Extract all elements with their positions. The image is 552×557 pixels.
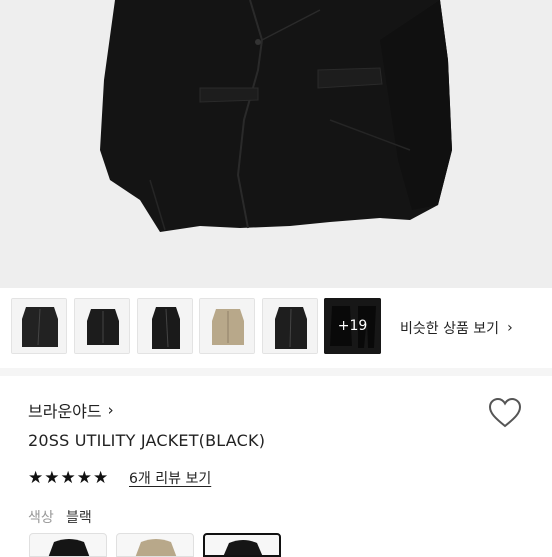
brand-link[interactable]: 브라운야드 › [28,398,114,422]
star-icon: ★ [28,468,44,488]
thumbnail-5[interactable] [262,298,318,354]
color-swatch-black-1[interactable] [29,533,107,557]
color-swatch-beige[interactable] [116,533,194,557]
section-divider [0,368,552,376]
star-icon: ★ [44,468,60,488]
color-swatch-black-selected[interactable] [203,533,281,557]
review-link[interactable]: 6개 리뷰 보기 [129,468,211,488]
rating-stars: ★ ★ ★ ★ ★ [28,468,108,488]
similar-products-label: 비슷한 상품 보기 [400,321,500,337]
thumbnail-4[interactable] [199,298,255,354]
thumbnail-3[interactable] [137,298,193,354]
chevron-right-icon: › [507,320,513,336]
star-icon: ★ [60,468,76,488]
chevron-right-icon: › [107,401,114,419]
wishlist-heart-icon[interactable] [487,396,523,430]
similar-products-link[interactable]: 비슷한 상품 보기 › [400,318,513,338]
option-value: 블랙 [66,510,92,526]
star-icon: ★ [76,468,92,488]
thumbnail-2[interactable] [74,298,130,354]
product-title: 20SS UTILITY JACKET(BLACK) [28,431,266,450]
more-photos-count: +19 [324,298,381,354]
jacket-illustration [0,0,552,288]
brand-name: 브라운야드 [28,402,102,421]
thumbnail-more[interactable]: +19 [324,298,381,354]
option-label: 색상 [28,510,54,526]
thumbnail-1[interactable] [11,298,67,354]
star-icon: ★ [93,468,109,488]
product-main-image[interactable] [0,0,552,288]
